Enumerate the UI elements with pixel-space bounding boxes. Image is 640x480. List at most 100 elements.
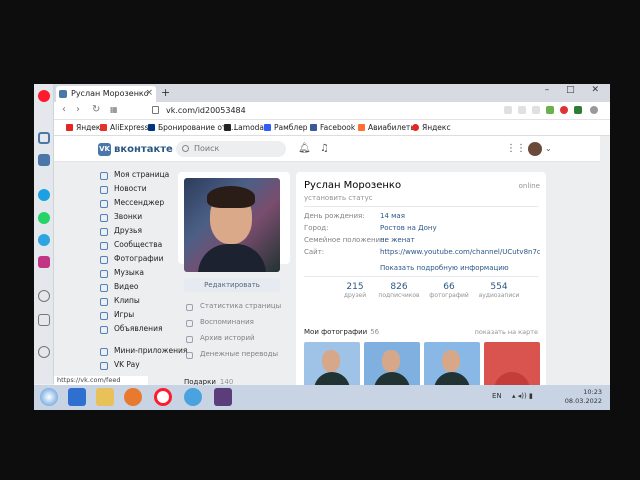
vk-logo-icon[interactable]: VK [98, 143, 111, 156]
screen: Руслан Морозенко × + – □ ✕ ‹ › ↻ ▦ vk.co… [34, 84, 610, 410]
bookmark-item[interactable]: Lamoda [224, 123, 264, 132]
my-photos-title[interactable]: Мои фотографии 56 [304, 328, 379, 336]
bookmark-item[interactable]: Яндекс [412, 123, 451, 132]
relationship-label: Семейное положение: [304, 236, 387, 244]
music-icon [100, 270, 108, 278]
search-input[interactable]: Поиск [176, 141, 286, 157]
profile-icon[interactable] [590, 106, 598, 114]
memories-icon [186, 320, 193, 327]
explorer-icon[interactable] [96, 388, 114, 406]
photos-counter[interactable]: 66 фотографий [424, 282, 474, 299]
avatar[interactable] [528, 142, 542, 156]
extension-icon[interactable] [546, 106, 554, 114]
photo-thumbnail[interactable] [484, 342, 540, 388]
video-icon [100, 284, 108, 292]
bookmark-favicon-icon [412, 124, 419, 131]
system-clock[interactable]: 10:23 08.03.2022 [565, 388, 602, 406]
back-icon[interactable]: ‹ [62, 104, 66, 115]
thumb-face [442, 350, 460, 372]
bookmarks-bar: Яндекс AliExpress Бронирование оте... La… [54, 120, 610, 136]
online-status: online [518, 182, 540, 190]
news-icon [100, 186, 108, 194]
reload-icon[interactable]: ↻ [92, 104, 100, 115]
messenger-icon [100, 200, 108, 208]
vk-brand[interactable]: вконтакте [114, 144, 173, 155]
audio-counter[interactable]: 554 аудиозаписи [474, 282, 524, 299]
stories-archive-link[interactable]: Архив историй [184, 334, 284, 346]
opera-taskbar-icon[interactable] [154, 388, 172, 406]
heart-icon[interactable] [560, 106, 568, 114]
communities-icon [100, 242, 108, 250]
opera-logo-icon[interactable] [38, 90, 50, 102]
chevron-down-icon[interactable]: ⌄ [545, 144, 552, 153]
apps-grid-icon[interactable]: ⋮⋮ [506, 143, 526, 154]
photo-thumbnail[interactable] [304, 342, 360, 388]
vpn-icon[interactable] [574, 106, 582, 114]
media-player-icon[interactable] [124, 388, 142, 406]
friends-counter[interactable]: 215 друзей [330, 282, 380, 299]
forward-icon[interactable]: › [76, 104, 80, 115]
history-icon[interactable] [38, 346, 50, 358]
instagram-icon[interactable] [38, 256, 50, 268]
tab-profile[interactable]: Руслан Морозенко × [56, 86, 156, 102]
website-link[interactable]: https://www.youtube.com/channel/UCutv8n7… [380, 248, 540, 256]
bookmark-favicon-icon [358, 124, 365, 131]
birthday-label: День рождения: [304, 212, 365, 220]
bookmark-favicon-icon [100, 124, 107, 131]
bookmark-favicon-icon [264, 124, 271, 131]
speed-dial-icon[interactable] [38, 132, 50, 144]
app2-taskbar-icon[interactable] [214, 388, 232, 406]
bookmark-favicon-icon [66, 124, 73, 131]
bookmark-item[interactable]: AliExpress [100, 123, 149, 132]
website-label: Сайт: [304, 248, 325, 256]
send-icon[interactable] [38, 314, 50, 326]
settings-icon[interactable] [38, 290, 50, 302]
photo-thumbnail[interactable] [364, 342, 420, 388]
thumb-face [322, 350, 340, 372]
url-field[interactable]: vk.com/id20053484 [166, 106, 246, 115]
bookmark-icon[interactable] [518, 106, 526, 114]
adblock-icon[interactable] [532, 106, 540, 114]
language-indicator[interactable]: EN [492, 392, 502, 400]
money-transfers-link[interactable]: Денежные переводы [184, 350, 284, 362]
followers-counter[interactable]: 826 подписчиков [374, 282, 424, 299]
grid-icon[interactable]: ▦ [110, 105, 118, 114]
bookmark-item[interactable]: Facebook [310, 123, 355, 132]
start-button-icon[interactable] [40, 388, 58, 406]
telegram-icon[interactable] [38, 234, 50, 246]
bookmark-item[interactable]: Рамблер [264, 123, 308, 132]
notifications-bell-icon[interactable]: 🔔︎ [298, 143, 311, 154]
whatsapp-icon[interactable] [38, 212, 50, 224]
window-controls[interactable]: – □ ✕ [545, 85, 606, 95]
archive-icon [186, 336, 193, 343]
bookmark-item[interactable]: Авиабилеты [358, 123, 416, 132]
memories-link[interactable]: Воспоминания [184, 318, 284, 330]
birthday-value[interactable]: 14 мая [380, 212, 405, 220]
divider [304, 276, 538, 277]
vk-pay-icon [100, 362, 108, 370]
city-value[interactable]: Ростов на Дону [380, 224, 437, 232]
music-icon[interactable]: ♫ [320, 143, 329, 154]
ie-icon[interactable] [68, 388, 86, 406]
messenger-icon[interactable] [38, 189, 50, 201]
friends-icon [100, 228, 108, 236]
camera-icon[interactable] [504, 106, 512, 114]
set-status-link[interactable]: установить статус [304, 194, 373, 202]
photos-count: 56 [370, 328, 380, 336]
search-icon [182, 145, 189, 152]
edit-profile-button[interactable]: Редактировать [184, 278, 280, 292]
relationship-value[interactable]: не женат [380, 236, 415, 244]
profile-photo[interactable] [184, 178, 280, 272]
photo-thumbnail[interactable] [424, 342, 480, 388]
show-more-info-link[interactable]: Показать подробную информацию [380, 264, 509, 272]
new-tab-button[interactable]: + [161, 86, 170, 99]
profile-photo-hair [207, 186, 255, 208]
search-placeholder: Поиск [194, 144, 220, 153]
close-tab-icon[interactable]: × [145, 88, 153, 98]
app-taskbar-icon[interactable] [184, 388, 202, 406]
stats-link[interactable]: Статистика страницы [184, 302, 284, 314]
bookmark-item[interactable]: Яндекс [66, 123, 105, 132]
vk-sidebar-icon[interactable] [38, 154, 50, 166]
show-on-map-link[interactable]: показать на карте [475, 328, 538, 336]
tray-icons[interactable]: ▴ ◂)) ▮ [512, 392, 533, 400]
